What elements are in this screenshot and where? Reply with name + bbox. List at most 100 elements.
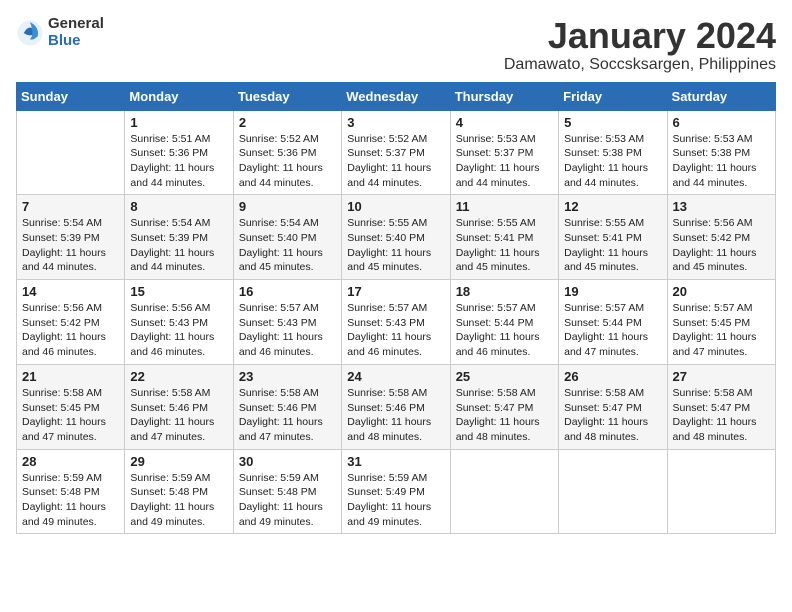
day-number: 6	[673, 115, 770, 130]
calendar-cell: 29Sunrise: 5:59 AM Sunset: 5:48 PM Dayli…	[125, 449, 233, 534]
logo-icon	[16, 19, 44, 47]
cell-content: Sunrise: 5:58 AM Sunset: 5:46 PM Dayligh…	[347, 386, 444, 445]
day-number: 9	[239, 199, 336, 214]
calendar-cell: 8 Sunrise: 5:54 AM Sunset: 5:39 PM Daylig…	[125, 195, 233, 280]
day-header-sunday: Sunday	[17, 82, 125, 110]
calendar-table: SundayMondayTuesdayWednesdayThursdayFrid…	[16, 82, 776, 535]
calendar-cell: 19Sunrise: 5:57 AM Sunset: 5:44 PM Dayli…	[559, 280, 667, 365]
calendar-cell: 21 Sunrise: 5:58 AM Sunset: 5:45 PM Dayli…	[17, 364, 125, 449]
logo-blue: Blue	[48, 33, 104, 50]
title-block: January 2024 Damawato, Soccsksargen, Phi…	[504, 16, 776, 74]
calendar-header-row: SundayMondayTuesdayWednesdayThursdayFrid…	[17, 82, 776, 110]
cell-content: Sunrise: 5:58 AM Sunset: 5:46 PM Dayligh…	[130, 386, 227, 445]
day-number: 15	[130, 284, 227, 299]
calendar-cell: 26 Sunrise: 5:58 AM Sunset: 5:47 PM Dayli…	[559, 364, 667, 449]
cell-content: Sunrise: 5:55 AM Sunset: 5:40 PM Dayligh…	[347, 216, 444, 275]
day-number: 16	[239, 284, 336, 299]
day-number: 20	[673, 284, 770, 299]
calendar-cell: 27 Sunrise: 5:58 AM Sunset: 5:47 PM Dayli…	[667, 364, 775, 449]
day-number: 30	[239, 454, 336, 469]
cell-content: Sunrise: 5:53 AM Sunset: 5:38 PM Dayligh…	[673, 132, 770, 191]
day-number: 18	[456, 284, 553, 299]
location-subtitle: Damawato, Soccsksargen, Philippines	[504, 56, 776, 74]
cell-content: Sunrise: 5:57 AM Sunset: 5:43 PM Dayligh…	[239, 301, 336, 360]
calendar-cell: 4 Sunrise: 5:53 AM Sunset: 5:37 PM Daylig…	[450, 110, 558, 195]
calendar-cell: 16 Sunrise: 5:57 AM Sunset: 5:43 PM Dayli…	[233, 280, 341, 365]
calendar-cell: 7Sunrise: 5:54 AM Sunset: 5:39 PM Daylig…	[17, 195, 125, 280]
day-number: 25	[456, 369, 553, 384]
cell-content: Sunrise: 5:52 AM Sunset: 5:37 PM Dayligh…	[347, 132, 444, 191]
day-number: 17	[347, 284, 444, 299]
cell-content: Sunrise: 5:56 AM Sunset: 5:42 PM Dayligh…	[673, 216, 770, 275]
calendar-cell: 30Sunrise: 5:59 AM Sunset: 5:48 PM Dayli…	[233, 449, 341, 534]
cell-content: Sunrise: 5:53 AM Sunset: 5:38 PM Dayligh…	[564, 132, 661, 191]
cell-content: Sunrise: 5:57 AM Sunset: 5:44 PM Dayligh…	[456, 301, 553, 360]
calendar-cell: 17Sunrise: 5:57 AM Sunset: 5:43 PM Dayli…	[342, 280, 450, 365]
calendar-cell: 2Sunrise: 5:52 AM Sunset: 5:36 PM Daylig…	[233, 110, 341, 195]
day-number: 31	[347, 454, 444, 469]
day-number: 21	[22, 369, 119, 384]
cell-content: Sunrise: 5:54 AM Sunset: 5:39 PM Dayligh…	[130, 216, 227, 275]
day-number: 22	[130, 369, 227, 384]
day-number: 4	[456, 115, 553, 130]
logo-general: General	[48, 16, 104, 33]
cell-content: Sunrise: 5:51 AM Sunset: 5:36 PM Dayligh…	[130, 132, 227, 191]
day-header-friday: Friday	[559, 82, 667, 110]
calendar-cell: 24 Sunrise: 5:58 AM Sunset: 5:46 PM Dayli…	[342, 364, 450, 449]
day-header-saturday: Saturday	[667, 82, 775, 110]
calendar-cell: 13 Sunrise: 5:56 AM Sunset: 5:42 PM Dayli…	[667, 195, 775, 280]
day-number: 13	[673, 199, 770, 214]
calendar-cell: 23 Sunrise: 5:58 AM Sunset: 5:46 PM Dayli…	[233, 364, 341, 449]
calendar-cell: 14Sunrise: 5:56 AM Sunset: 5:42 PM Dayli…	[17, 280, 125, 365]
logo-text: General Blue	[48, 16, 104, 49]
day-header-thursday: Thursday	[450, 82, 558, 110]
cell-content: Sunrise: 5:56 AM Sunset: 5:42 PM Dayligh…	[22, 301, 119, 360]
cell-content: Sunrise: 5:58 AM Sunset: 5:47 PM Dayligh…	[564, 386, 661, 445]
calendar-cell: 15 Sunrise: 5:56 AM Sunset: 5:43 PM Dayli…	[125, 280, 233, 365]
cell-content: Sunrise: 5:58 AM Sunset: 5:47 PM Dayligh…	[456, 386, 553, 445]
calendar-week-row: 28 Sunrise: 5:59 AM Sunset: 5:48 PM Dayli…	[17, 449, 776, 534]
day-number: 24	[347, 369, 444, 384]
calendar-week-row: 1 Sunrise: 5:51 AM Sunset: 5:36 PM Daylig…	[17, 110, 776, 195]
cell-content: Sunrise: 5:58 AM Sunset: 5:45 PM Dayligh…	[22, 386, 119, 445]
day-header-monday: Monday	[125, 82, 233, 110]
cell-content: Sunrise: 5:56 AM Sunset: 5:43 PM Dayligh…	[130, 301, 227, 360]
day-number: 11	[456, 199, 553, 214]
cell-content: Sunrise: 5:59 AM Sunset: 5:49 PM Dayligh…	[347, 471, 444, 530]
calendar-cell: 31 Sunrise: 5:59 AM Sunset: 5:49 PM Dayli…	[342, 449, 450, 534]
calendar-cell	[667, 449, 775, 534]
calendar-cell: 12 Sunrise: 5:55 AM Sunset: 5:41 PM Dayli…	[559, 195, 667, 280]
day-number: 1	[130, 115, 227, 130]
cell-content: Sunrise: 5:57 AM Sunset: 5:45 PM Dayligh…	[673, 301, 770, 360]
calendar-cell: 5 Sunrise: 5:53 AM Sunset: 5:38 PM Daylig…	[559, 110, 667, 195]
day-number: 26	[564, 369, 661, 384]
day-number: 10	[347, 199, 444, 214]
day-number: 19	[564, 284, 661, 299]
day-number: 8	[130, 199, 227, 214]
cell-content: Sunrise: 5:55 AM Sunset: 5:41 PM Dayligh…	[564, 216, 661, 275]
day-header-tuesday: Tuesday	[233, 82, 341, 110]
cell-content: Sunrise: 5:59 AM Sunset: 5:48 PM Dayligh…	[130, 471, 227, 530]
day-number: 27	[673, 369, 770, 384]
calendar-cell: 20 Sunrise: 5:57 AM Sunset: 5:45 PM Dayli…	[667, 280, 775, 365]
day-number: 23	[239, 369, 336, 384]
cell-content: Sunrise: 5:58 AM Sunset: 5:47 PM Dayligh…	[673, 386, 770, 445]
calendar-cell: 25 Sunrise: 5:58 AM Sunset: 5:47 PM Dayli…	[450, 364, 558, 449]
cell-content: Sunrise: 5:58 AM Sunset: 5:46 PM Dayligh…	[239, 386, 336, 445]
day-number: 12	[564, 199, 661, 214]
calendar-cell: 9Sunrise: 5:54 AM Sunset: 5:40 PM Daylig…	[233, 195, 341, 280]
day-number: 28	[22, 454, 119, 469]
calendar-cell	[559, 449, 667, 534]
calendar-week-row: 21 Sunrise: 5:58 AM Sunset: 5:45 PM Dayli…	[17, 364, 776, 449]
cell-content: Sunrise: 5:55 AM Sunset: 5:41 PM Dayligh…	[456, 216, 553, 275]
month-title: January 2024	[504, 16, 776, 56]
calendar-cell: 28Sunrise: 5:59 AM Sunset: 5:48 PM Dayli…	[17, 449, 125, 534]
calendar-week-row: 7Sunrise: 5:54 AM Sunset: 5:39 PM Daylig…	[17, 195, 776, 280]
logo: General Blue	[16, 16, 104, 49]
calendar-cell	[450, 449, 558, 534]
cell-content: Sunrise: 5:53 AM Sunset: 5:37 PM Dayligh…	[456, 132, 553, 191]
day-number: 5	[564, 115, 661, 130]
calendar-cell: 3Sunrise: 5:52 AM Sunset: 5:37 PM Daylig…	[342, 110, 450, 195]
calendar-cell: 1 Sunrise: 5:51 AM Sunset: 5:36 PM Daylig…	[125, 110, 233, 195]
page-header: General Blue January 2024 Damawato, Socc…	[16, 16, 776, 74]
